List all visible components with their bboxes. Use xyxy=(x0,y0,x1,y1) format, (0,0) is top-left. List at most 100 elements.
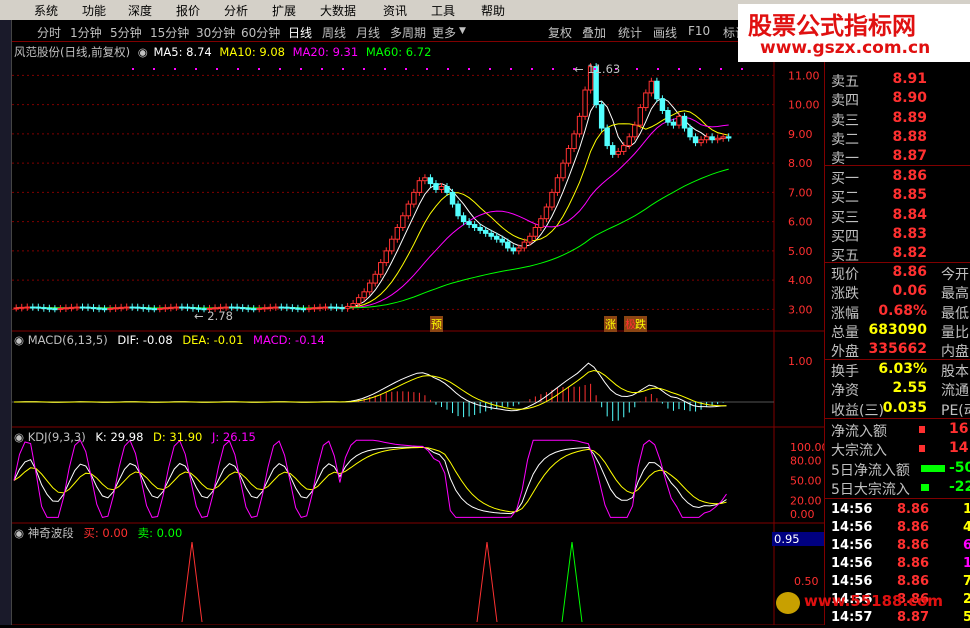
menu-extend[interactable]: 扩展 xyxy=(272,2,296,19)
candle-body xyxy=(333,306,340,309)
candle-body xyxy=(621,145,627,152)
candle-body xyxy=(339,307,345,310)
y-tick-label: 7.00 xyxy=(788,186,813,199)
candle-body xyxy=(609,145,616,155)
bid-row: 买二 8.85 xyxy=(825,187,970,206)
signal-dot xyxy=(678,68,680,70)
candle-body xyxy=(665,109,671,123)
pane-toggle-icon[interactable]: ◉ xyxy=(14,333,24,347)
k-line xyxy=(13,446,727,515)
menu-quote[interactable]: 报价 xyxy=(176,2,200,19)
chevron-down-icon[interactable]: ▼ xyxy=(459,26,466,36)
ma60-line xyxy=(16,168,729,309)
menu-analysis[interactable]: 分析 xyxy=(224,2,248,19)
menu-bigdata[interactable]: 大数据 xyxy=(320,2,356,19)
tick-row: 14:56 8.86 1 xyxy=(825,502,970,520)
candle-body xyxy=(256,307,262,310)
signal-dot xyxy=(447,68,449,70)
signal-dot xyxy=(321,68,323,70)
menu-tools[interactable]: 工具 xyxy=(431,2,455,19)
y-tick-label: 20.00 xyxy=(790,495,822,508)
candle-body xyxy=(52,308,58,311)
candle-body xyxy=(565,148,572,164)
stat-row-extra: 最高 xyxy=(941,286,969,303)
candle-body xyxy=(30,306,36,309)
stat-row-extra: 最低 xyxy=(941,305,969,322)
menu-system[interactable]: 系统 xyxy=(34,2,58,19)
site-logo: 股票公式指标网 www.gszx.com.cn xyxy=(738,4,970,62)
tick-row: 14:57 8.87 5 xyxy=(825,610,970,628)
adjust-button[interactable]: 复权 xyxy=(548,24,572,41)
period-timeshare[interactable]: 分时 xyxy=(37,24,61,41)
f10-button[interactable]: F10 xyxy=(688,24,710,38)
ask-row-value: 8.90 xyxy=(892,90,927,107)
y-tick-label: 9.00 xyxy=(788,128,813,141)
pane-toggle-icon[interactable]: ◉ xyxy=(138,45,148,59)
stat2-row-value: 0.035 xyxy=(882,399,927,416)
menu-news[interactable]: 资讯 xyxy=(383,2,407,19)
left-toolbar-strip[interactable] xyxy=(0,20,12,625)
stats-button[interactable]: 统计 xyxy=(618,24,642,41)
wave-sell: 卖: 0.00 xyxy=(137,526,183,540)
period-multi[interactable]: 多周期 xyxy=(390,24,426,41)
candle-body xyxy=(709,136,715,141)
candle-body xyxy=(460,215,467,223)
candle-body xyxy=(35,306,42,309)
bid-row-value: 8.86 xyxy=(892,168,927,184)
period-monthly[interactable]: 月线 xyxy=(356,24,380,41)
candle-body xyxy=(538,218,544,228)
flow-label: 5日净流入额 xyxy=(831,462,910,479)
candle-body xyxy=(278,306,285,309)
candle-body xyxy=(361,291,367,299)
period-more[interactable]: 更多 xyxy=(432,24,456,41)
flow-bar xyxy=(921,483,929,491)
period-weekly[interactable]: 周线 xyxy=(322,24,346,41)
tick-qty: 7 xyxy=(963,574,970,589)
tick-price: 8.86 xyxy=(897,538,930,553)
candle-body xyxy=(112,307,119,310)
tick-time: 14:57 xyxy=(831,610,873,625)
candle-body xyxy=(582,89,588,117)
candle-body xyxy=(394,226,401,240)
marker-extreme: 极 xyxy=(624,316,635,332)
candle-body xyxy=(438,186,445,190)
period-5min[interactable]: 5分钟 xyxy=(110,24,142,41)
draw-button[interactable]: 画线 xyxy=(653,24,677,41)
wave-title-bar: ◉ 神奇波段 买: 0.00 卖: 0.00 xyxy=(14,525,182,541)
candle-body xyxy=(543,206,550,220)
stat-row-value: 0.06 xyxy=(892,283,927,300)
tick-row: 14:56 8.86 7 xyxy=(825,574,970,592)
signal-dot xyxy=(657,68,659,70)
j-line xyxy=(13,439,727,518)
menu-help[interactable]: 帮助 xyxy=(481,2,505,19)
candle-body xyxy=(184,306,191,309)
bid-row-label: 买二 xyxy=(831,190,859,207)
candle-body xyxy=(13,307,19,310)
period-30min[interactable]: 30分钟 xyxy=(196,24,235,41)
pane-toggle-icon[interactable]: ◉ xyxy=(14,430,24,444)
ask-row-value: 8.91 xyxy=(892,71,927,87)
y-tick-label: 1.00 xyxy=(788,355,813,368)
candle-body xyxy=(615,150,621,155)
candle-body xyxy=(532,226,539,237)
period-daily[interactable]: 日线 xyxy=(288,24,312,41)
menu-function[interactable]: 功能 xyxy=(82,2,106,19)
flow-row: 5日净流入额 -50 xyxy=(825,460,970,479)
stat-row-value: 335662 xyxy=(868,341,927,358)
candle-body xyxy=(63,307,69,310)
pane-toggle-icon[interactable]: ◉ xyxy=(14,526,24,540)
stat-row: 现价 8.86 今开 xyxy=(825,264,970,283)
period-15min[interactable]: 15分钟 xyxy=(150,24,189,41)
candle-body xyxy=(703,136,710,141)
tick-row: 14:56 8.86 6 xyxy=(825,538,970,556)
candle-body xyxy=(477,226,483,231)
candle-body xyxy=(295,307,301,310)
period-60min[interactable]: 60分钟 xyxy=(241,24,280,41)
candle-body xyxy=(85,306,91,309)
signal-dot xyxy=(237,68,239,70)
menu-depth[interactable]: 深度 xyxy=(128,2,152,19)
candle-body xyxy=(350,303,356,307)
overlay-button[interactable]: 叠加 xyxy=(582,24,606,41)
period-1min[interactable]: 1分钟 xyxy=(70,24,102,41)
candle-body xyxy=(129,306,135,309)
